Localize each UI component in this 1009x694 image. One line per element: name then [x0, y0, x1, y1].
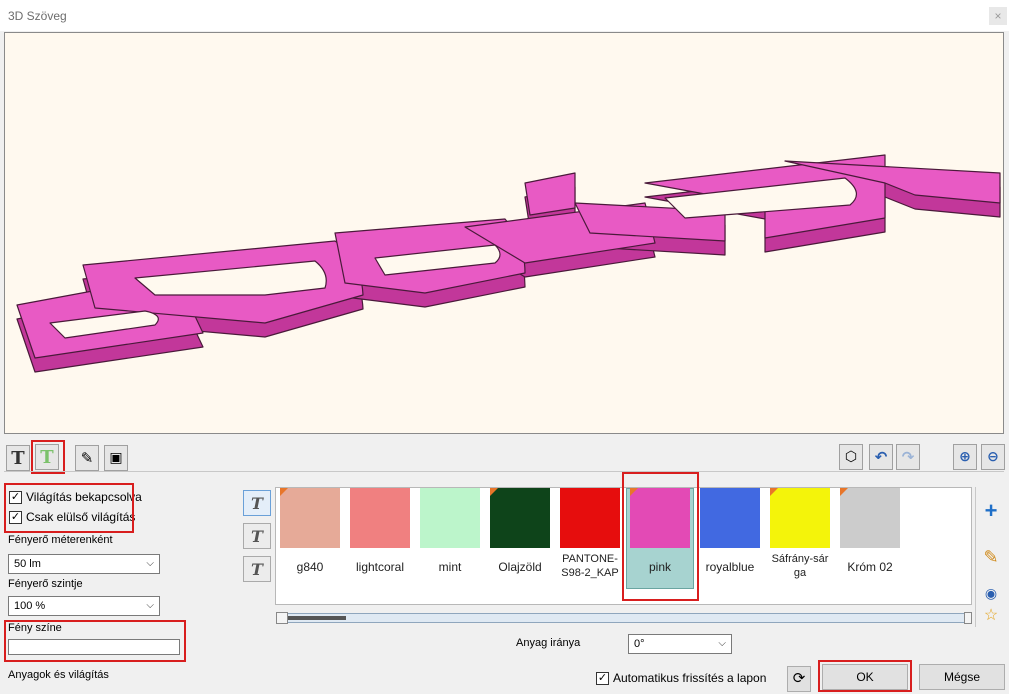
scrollbar-end[interactable]: [964, 612, 972, 624]
close-button[interactable]: ×: [989, 7, 1007, 25]
divider: [4, 471, 1004, 472]
favorite-star-icon[interactable]: ☆: [978, 602, 1004, 628]
auto-refresh-checkbox[interactable]: ✓ Automatikus frissítés a lapon: [596, 671, 766, 685]
material-tile[interactable]: g840: [280, 488, 340, 574]
material-swatch[interactable]: [700, 488, 760, 548]
edit-icon[interactable]: ✎: [75, 445, 99, 471]
highlight-light-color: [4, 620, 186, 662]
material-swatch[interactable]: [280, 488, 340, 548]
material-swatch[interactable]: [770, 488, 830, 548]
material-name: PANTONE-S98-2_KAP: [561, 553, 619, 579]
material-swatch[interactable]: [420, 488, 480, 548]
text-style-icon[interactable]: T: [6, 445, 30, 471]
texture-marker-icon: [770, 488, 778, 496]
cancel-button[interactable]: Mégse: [919, 664, 1005, 690]
text-style-flat-icon[interactable]: T: [243, 490, 271, 516]
material-tile[interactable]: Olajzöld: [490, 488, 550, 574]
material-tile[interactable]: pink: [630, 488, 690, 574]
save-icon[interactable]: ▣: [104, 445, 128, 471]
material-tile[interactable]: mint: [420, 488, 480, 574]
material-tile[interactable]: PANTONE-S98-2_KAP: [560, 488, 620, 580]
chevron-down-icon: ⌵: [146, 558, 154, 569]
brightness-level-label: Fényerő szintje: [8, 578, 83, 590]
texture-marker-icon: [630, 488, 638, 496]
material-name: mint: [438, 560, 462, 574]
text-style-bevel-icon[interactable]: T: [243, 523, 271, 549]
material-swatch[interactable]: [490, 488, 550, 548]
zoom-out-icon[interactable]: ⊖: [981, 444, 1005, 470]
material-tile[interactable]: royalblue: [700, 488, 760, 574]
scrollbar-handle[interactable]: [276, 612, 288, 624]
3d-preview[interactable]: [4, 32, 1004, 434]
window-title: 3D Szöveg: [8, 9, 67, 23]
material-name: g840: [296, 560, 324, 574]
material-name: Króm 02: [847, 560, 893, 574]
divider: [975, 487, 976, 627]
edit-material-icon[interactable]: ✎: [978, 544, 1004, 570]
material-swatch[interactable]: [560, 488, 620, 548]
design-3d-text: [16, 154, 1001, 373]
material-name: Sáfrány-sárga: [771, 553, 829, 579]
scrollbar-track-filled: [278, 616, 346, 620]
material-name: Olajzöld: [498, 560, 542, 574]
material-swatch[interactable]: [350, 488, 410, 548]
material-name: lightcoral: [355, 560, 405, 574]
material-swatch[interactable]: [630, 488, 690, 548]
texture-marker-icon: [490, 488, 498, 496]
texture-marker-icon: [840, 488, 848, 496]
refresh-icon[interactable]: ⟳: [787, 666, 811, 692]
chevron-down-icon: ⌵: [146, 600, 154, 611]
material-tile[interactable]: lightcoral: [350, 488, 410, 574]
redo-icon[interactable]: ↷: [896, 444, 920, 470]
highlight-lighting-mode: [31, 440, 65, 474]
material-tile[interactable]: Sáfrány-sárga: [770, 488, 830, 580]
section-label: Anyagok és világítás: [8, 669, 109, 681]
texture-marker-icon: [280, 488, 288, 496]
add-material-icon[interactable]: +: [978, 498, 1004, 524]
highlight-lighting-options: [4, 483, 134, 533]
materials-scrollbar[interactable]: [276, 612, 972, 624]
material-swatch[interactable]: [840, 488, 900, 548]
brightness-per-meter-select[interactable]: 50 lm ⌵: [8, 554, 160, 574]
material-direction-select[interactable]: 0° ⌵: [628, 634, 732, 654]
zoom-in-icon[interactable]: ⊕: [953, 444, 977, 470]
brightness-level-select[interactable]: 100 % ⌵: [8, 596, 160, 616]
3d-view-icon[interactable]: ⬡: [839, 444, 863, 470]
chevron-down-icon: ⌵: [718, 638, 726, 649]
text-style-extrude-icon[interactable]: T: [243, 556, 271, 582]
material-name: pink: [648, 560, 671, 574]
undo-icon[interactable]: ↶: [869, 444, 893, 470]
highlight-ok-button: [818, 660, 912, 692]
material-direction-label: Anyag iránya: [516, 637, 581, 649]
title-bar: 3D Szöveg ×: [0, 0, 1009, 31]
material-tile[interactable]: Króm 02: [840, 488, 900, 574]
checkbox-checked[interactable]: ✓: [596, 671, 609, 685]
brightness-per-meter-label: Fényerő méterenként: [8, 534, 113, 546]
material-name: royalblue: [705, 560, 755, 574]
